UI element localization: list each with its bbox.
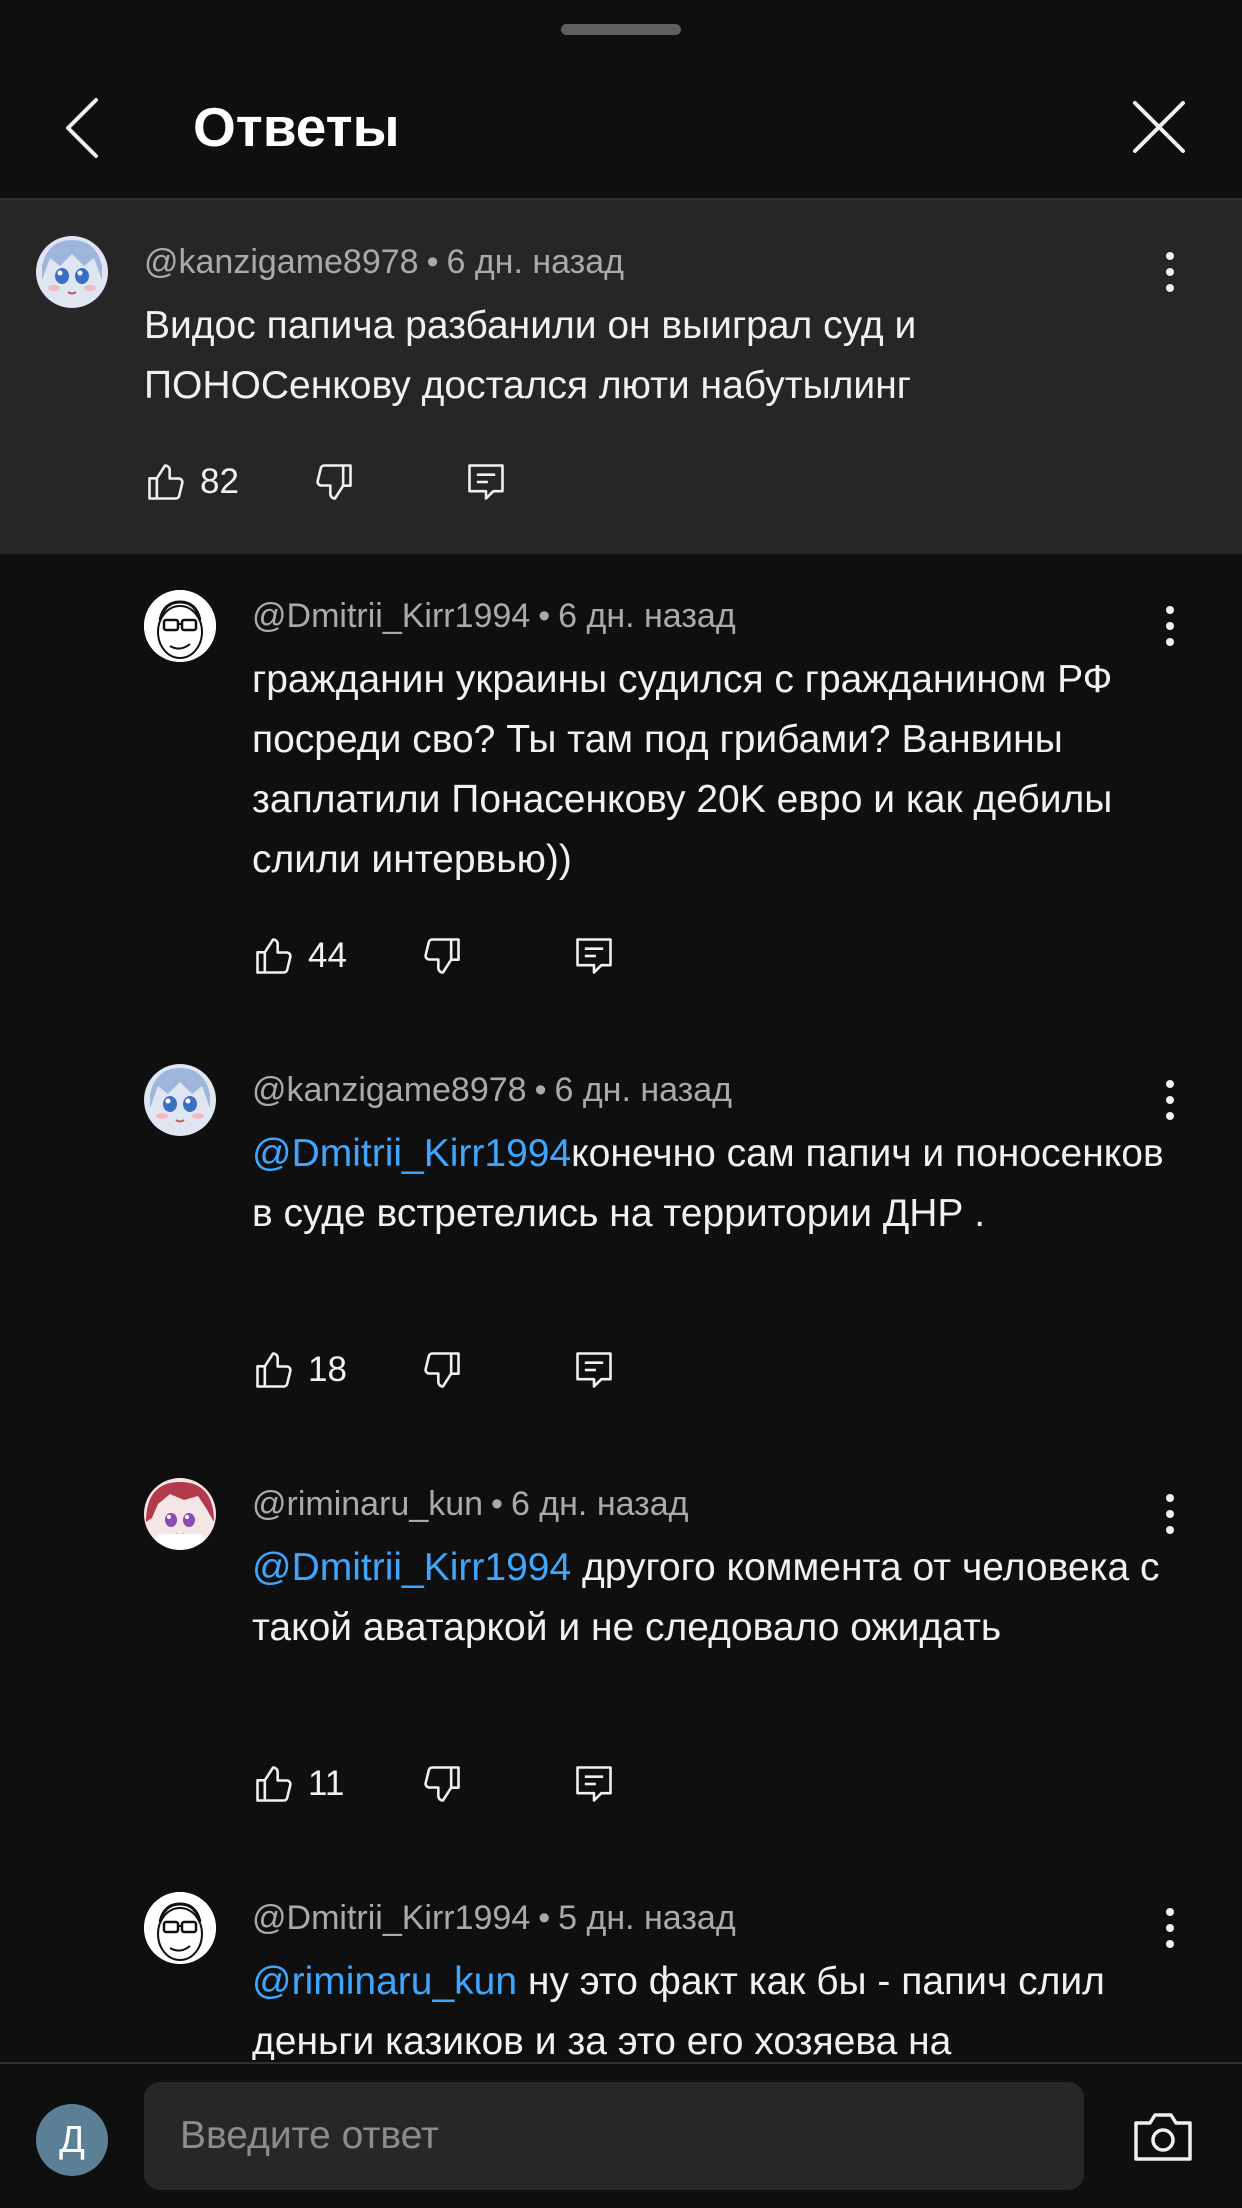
more-options-button[interactable] <box>1150 242 1190 302</box>
avatar[interactable] <box>144 1892 216 1964</box>
camera-icon <box>1134 2113 1192 2161</box>
dislike-button[interactable] <box>420 1754 464 1814</box>
avatar[interactable] <box>144 1478 216 1550</box>
reply-button[interactable] <box>464 452 508 512</box>
like-button[interactable]: 18 <box>252 1340 347 1400</box>
page-title: Ответы <box>193 96 400 158</box>
thumb-up-icon <box>256 938 292 974</box>
like-button[interactable]: 82 <box>144 452 239 512</box>
comment-text: @Dmitrii_Kirr1994 другого коммента от че… <box>252 1546 1160 1649</box>
more-options-button[interactable] <box>1150 1898 1190 1958</box>
reply-input[interactable] <box>144 2082 1084 2190</box>
thumb-down-icon <box>424 938 460 974</box>
more-vertical-icon <box>1166 1080 1174 1088</box>
comment-actions: 11 <box>252 1754 652 1814</box>
comment-time: 5 дн. назад <box>558 1899 736 1937</box>
comment-author[interactable]: @Dmitrii_Kirr1994 <box>252 597 530 635</box>
mention-link[interactable]: @Dmitrii_Kirr1994 <box>252 1546 571 1589</box>
mention-link[interactable]: @Dmitrii_Kirr1994 <box>252 1132 571 1175</box>
reply-comment-icon <box>576 938 612 974</box>
comment-meta: @Dmitrii_Kirr1994 • 5 дн. назад <box>252 1899 736 1937</box>
comment-actions: 44 <box>252 926 652 986</box>
thumb-up-icon <box>256 1766 292 1802</box>
comment-text: @riminaru_kun ну это факт как бы - папич… <box>252 1960 1105 2060</box>
comment-time: 6 дн. назад <box>554 1071 732 1109</box>
like-count: 11 <box>308 1764 345 1803</box>
like-count: 18 <box>308 1350 347 1389</box>
back-button[interactable] <box>52 88 112 168</box>
replies-header: Ответы <box>0 0 1242 198</box>
comment-actions: 82 <box>144 452 544 512</box>
close-icon <box>1133 101 1185 153</box>
more-vertical-icon <box>1166 1908 1174 1916</box>
like-count: 44 <box>308 936 347 975</box>
avatar[interactable] <box>144 1064 216 1136</box>
comment-meta: @Dmitrii_Kirr1994 • 6 дн. назад <box>252 597 736 635</box>
thumb-up-icon <box>148 464 184 500</box>
comment-text: гражданин украины судился с гражданином … <box>252 658 1113 881</box>
like-count: 82 <box>200 462 239 501</box>
reply-comment-icon <box>576 1766 612 1802</box>
like-button[interactable]: 11 <box>252 1754 344 1814</box>
comment-time: 6 дн. назад <box>510 1485 689 1523</box>
like-button[interactable]: 44 <box>252 926 347 986</box>
reply-button[interactable] <box>572 1754 616 1814</box>
reply-button[interactable] <box>572 926 616 986</box>
parent-comment: @kanzigame8978 • 6 дн. назад Видос папича … <box>0 200 1242 554</box>
comment-text: Видос папича разбанили он выиграл суд и … <box>144 304 917 407</box>
comment-time: 6 дн. назад <box>446 243 624 281</box>
comment-time: 6 дн. назад <box>558 597 736 635</box>
comment-author[interactable]: @riminaru_kun <box>252 1485 483 1523</box>
more-vertical-icon <box>1166 1494 1174 1502</box>
more-options-button[interactable] <box>1150 1484 1190 1544</box>
dislike-button[interactable] <box>420 926 464 986</box>
comment-meta: @kanzigame8978 • 6 дн. назад <box>144 243 624 281</box>
comment-author[interactable]: @kanzigame8978 <box>144 243 419 281</box>
reply-comment-icon <box>468 464 504 500</box>
close-button[interactable] <box>1124 92 1194 162</box>
more-options-button[interactable] <box>1150 596 1190 656</box>
comment-actions: 18 <box>252 1340 652 1400</box>
chevron-left-icon <box>66 98 98 158</box>
more-options-button[interactable] <box>1150 1070 1190 1130</box>
reply-comment: @Dmitrii_Kirr1994 • 6 дн. назад гражданин … <box>0 554 1242 994</box>
comment-text: @Dmitrii_Kirr1994конечно сам папич и пон… <box>252 1132 1164 1235</box>
dislike-button[interactable] <box>312 452 356 512</box>
dislike-button[interactable] <box>420 1340 464 1400</box>
comment-author[interactable]: @Dmitrii_Kirr1994 <box>252 1899 530 1937</box>
thumb-down-icon <box>424 1766 460 1802</box>
avatar[interactable] <box>36 236 108 308</box>
mention-link[interactable]: @riminaru_kun <box>252 1960 517 2003</box>
current-user-avatar[interactable]: Д <box>36 2104 108 2176</box>
comment-meta: @riminaru_kun • 6 дн. назад <box>252 1485 689 1523</box>
reply-comment: @riminaru_kun • 6 дн. назад @Dmitrii_Kirr1… <box>0 1442 1242 1842</box>
more-vertical-icon <box>1166 252 1174 260</box>
avatar[interactable] <box>144 590 216 662</box>
thumb-down-icon <box>424 1352 460 1388</box>
comment-author[interactable]: @kanzigame8978 <box>252 1071 527 1109</box>
reply-comment-icon <box>576 1352 612 1388</box>
comment-meta: @kanzigame8978 • 6 дн. назад <box>252 1071 732 1109</box>
reply-bar: Д <box>0 2064 1242 2208</box>
thumb-up-icon <box>256 1352 292 1388</box>
reply-comment: @kanzigame8978 • 6 дн. назад @Dmitrii_Kirr… <box>0 1028 1242 1428</box>
reply-comment: @Dmitrii_Kirr1994 • 5 дн. назад @riminaru_… <box>0 1856 1242 2060</box>
camera-button[interactable] <box>1130 2104 1196 2170</box>
more-vertical-icon <box>1166 606 1174 614</box>
thumb-down-icon <box>316 464 352 500</box>
reply-button[interactable] <box>572 1340 616 1400</box>
replies-thread[interactable]: @kanzigame8978 • 6 дн. назад Видос папича … <box>0 200 1242 2060</box>
